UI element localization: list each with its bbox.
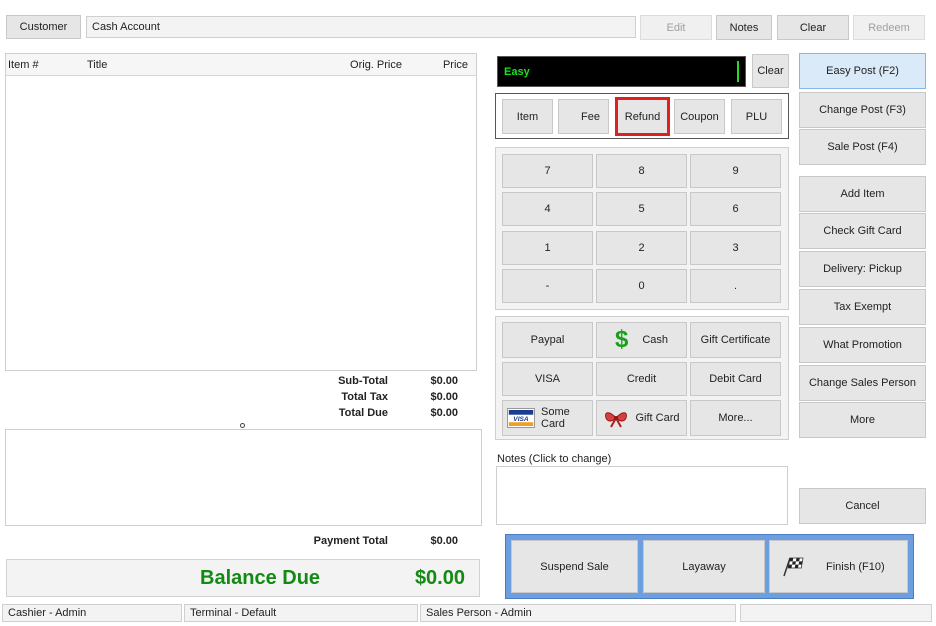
text-cursor xyxy=(737,61,739,82)
dollar-icon: $ xyxy=(614,326,629,353)
balance-due-label: Balance Due xyxy=(200,567,321,589)
key-4[interactable]: 4 xyxy=(502,192,593,226)
check-gift-card-button[interactable]: Check Gift Card xyxy=(799,213,926,249)
key-1[interactable]: 1 xyxy=(502,231,593,265)
type-plu-button[interactable]: PLU xyxy=(731,99,782,134)
paypal-button[interactable]: Paypal xyxy=(502,322,593,358)
tax-value: $0.00 xyxy=(430,391,458,403)
gift-ribbon-icon xyxy=(603,408,629,428)
splitter-handle[interactable] xyxy=(240,423,245,428)
entry-display[interactable]: Easy xyxy=(497,56,746,87)
change-post-button[interactable]: Change Post (F3) xyxy=(799,92,926,128)
edit-button[interactable]: Edit xyxy=(640,15,712,40)
table-header xyxy=(6,54,476,76)
what-promotion-button[interactable]: What Promotion xyxy=(799,327,926,363)
key-2[interactable]: 2 xyxy=(596,231,687,265)
status-cashier: Cashier - Admin xyxy=(2,604,182,622)
notes-box[interactable] xyxy=(496,466,788,525)
col-item-number[interactable]: Item # xyxy=(8,59,39,71)
change-sales-person-button[interactable]: Change Sales Person xyxy=(799,365,926,401)
finish-label: Finish (F10) xyxy=(826,560,885,573)
type-fee-button[interactable]: Fee xyxy=(558,99,609,134)
payment-list[interactable] xyxy=(5,429,482,526)
tax-label: Total Tax xyxy=(341,391,388,403)
notes-button[interactable]: Notes xyxy=(716,15,772,40)
credit-button[interactable]: Credit xyxy=(596,362,687,396)
checkered-flag-icon xyxy=(782,557,804,577)
type-refund-button[interactable]: Refund xyxy=(615,97,670,136)
clear-button[interactable]: Clear xyxy=(777,15,849,40)
status-terminal: Terminal - Default xyxy=(184,604,418,622)
finish-button[interactable]: Finish (F10) xyxy=(769,540,908,593)
col-orig-price[interactable]: Orig. Price xyxy=(346,59,402,71)
total-due-label: Total Due xyxy=(338,407,388,419)
subtotal-value: $0.00 xyxy=(430,375,458,387)
total-due-value: $0.00 xyxy=(430,407,458,419)
easy-post-button[interactable]: Easy Post (F2) xyxy=(799,53,926,89)
customer-field[interactable]: Cash Account xyxy=(86,16,636,38)
key-7[interactable]: 7 xyxy=(502,154,593,188)
item-table[interactable] xyxy=(5,53,477,371)
some-card-label: Some Card xyxy=(541,406,570,430)
sale-post-button[interactable]: Sale Post (F4) xyxy=(799,129,926,165)
key-minus[interactable]: - xyxy=(502,269,593,303)
svg-text:VISA: VISA xyxy=(513,416,529,423)
layaway-button[interactable]: Layaway xyxy=(643,540,765,593)
delivery-pickup-button[interactable]: Delivery: Pickup xyxy=(799,251,926,287)
gift-card-label: Gift Card xyxy=(635,412,680,424)
suspend-sale-button[interactable]: Suspend Sale xyxy=(511,540,638,593)
key-5[interactable]: 5 xyxy=(596,192,687,226)
redeem-button[interactable]: Redeem xyxy=(853,15,925,40)
status-salesperson: Sales Person - Admin xyxy=(420,604,736,622)
more-button[interactable]: More xyxy=(799,402,926,438)
payment-total-label: Payment Total xyxy=(313,535,388,547)
cash-label: Cash xyxy=(642,334,669,346)
tax-exempt-button[interactable]: Tax Exempt xyxy=(799,289,926,325)
visa-card-icon: VISA xyxy=(507,408,535,428)
more-payments-button[interactable]: More... xyxy=(690,400,781,436)
add-item-button[interactable]: Add Item xyxy=(799,176,926,212)
gift-card-button[interactable]: Gift Card xyxy=(596,400,687,436)
cash-button[interactable]: $ Cash xyxy=(596,322,687,358)
key-6[interactable]: 6 xyxy=(690,192,781,226)
status-extra xyxy=(740,604,932,622)
balance-due-value: $0.00 xyxy=(414,567,465,589)
col-title[interactable]: Title xyxy=(87,59,107,71)
key-8[interactable]: 8 xyxy=(596,154,687,188)
subtotal-label: Sub-Total xyxy=(338,375,388,387)
customer-button[interactable]: Customer xyxy=(6,15,81,39)
visa-button[interactable]: VISA xyxy=(502,362,593,396)
key-9[interactable]: 9 xyxy=(690,154,781,188)
key-3[interactable]: 3 xyxy=(690,231,781,265)
payment-total-value: $0.00 xyxy=(430,535,458,547)
key-0[interactable]: 0 xyxy=(596,269,687,303)
debit-card-button[interactable]: Debit Card xyxy=(690,362,781,396)
cancel-button[interactable]: Cancel xyxy=(799,488,926,524)
entry-mode-text: Easy xyxy=(504,66,530,78)
col-price[interactable]: Price xyxy=(430,59,468,71)
entry-clear-button[interactable]: Clear xyxy=(752,54,789,88)
key-dot[interactable]: . xyxy=(690,269,781,303)
gift-certificate-button[interactable]: Gift Certificate xyxy=(690,322,781,358)
type-coupon-button[interactable]: Coupon xyxy=(674,99,725,134)
notes-label[interactable]: Notes (Click to change) xyxy=(497,453,611,465)
type-item-button[interactable]: Item xyxy=(502,99,553,134)
some-card-button[interactable]: VISA Some Card xyxy=(502,400,593,436)
